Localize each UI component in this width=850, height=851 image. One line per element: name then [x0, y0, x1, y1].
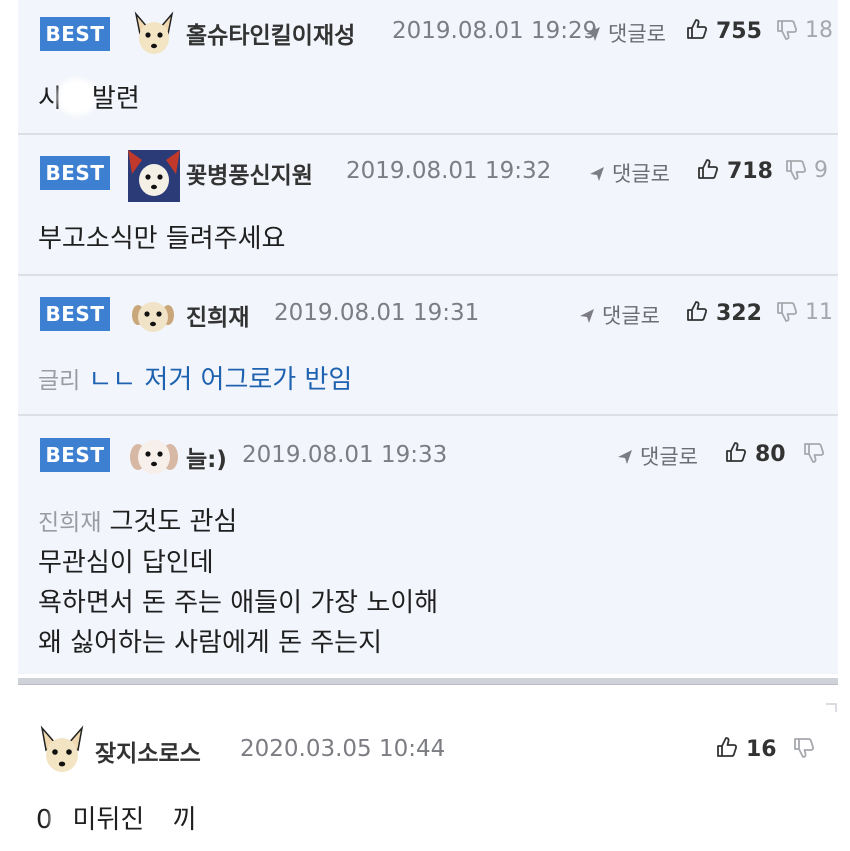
mention-tag[interactable]: 글리 — [38, 368, 80, 394]
nickname[interactable]: 늘:) — [186, 440, 227, 474]
best-badge: BEST — [40, 297, 110, 331]
comment-text: 0 미뒤진 끼 — [36, 800, 197, 840]
comment-5: 잦지소로스 2020.03.05 10:44 16 0 미뒤진 끼 — [18, 712, 838, 851]
left-gutter — [0, 0, 18, 851]
reply-arrow-icon — [590, 167, 604, 181]
thumbs-down-icon — [777, 302, 798, 322]
nickname[interactable]: 잦지소로스 — [95, 734, 201, 768]
dog-avatar-icon[interactable] — [128, 150, 180, 202]
like-button[interactable]: 322 — [685, 299, 762, 326]
reply-text: ㄴㄴ 저거 어그로가 반임 — [88, 365, 353, 395]
dislike-button[interactable]: 9 — [784, 158, 828, 183]
best-comment-1: BEST 홀슈타인킬이재성 2019.08.01 19:29 댓글로 755 1… — [18, 0, 838, 133]
censor-blur — [54, 804, 71, 832]
puppy-avatar-icon[interactable] — [130, 293, 176, 339]
thumbs-down-icon — [804, 443, 825, 463]
comment-text: 진희재 그것도 관심 무관심이 답인데 욕하면서 돈 주는 애들이 가장 노이해 … — [38, 502, 438, 663]
best-badge: BEST — [40, 17, 110, 51]
text-part: 시 — [38, 84, 62, 114]
nickname[interactable]: 꽃병풍신지원 — [186, 156, 313, 190]
timestamp: 2020.03.05 10:44 — [240, 736, 446, 762]
maltese-avatar-icon[interactable] — [128, 431, 180, 483]
timestamp: 2019.08.01 19:31 — [274, 300, 480, 326]
reply-button[interactable]: 댓글로 — [578, 300, 660, 330]
reply-label: 댓글로 — [612, 162, 670, 186]
comment-text: 글리 ㄴㄴ 저거 어그로가 반임 — [38, 360, 352, 401]
best-comment-2: BEST 꽃병풍신지원 2019.08.01 19:32 댓글로 718 9 부… — [18, 135, 838, 274]
thumbs-up-icon — [687, 301, 708, 321]
section-divider — [18, 678, 838, 685]
dislike-button[interactable]: 18 — [775, 18, 833, 43]
comment-text: 시 발련 — [38, 79, 140, 119]
nickname[interactable]: 진희재 — [186, 298, 249, 332]
like-button[interactable]: 755 — [685, 17, 762, 44]
dislike-button[interactable] — [802, 441, 832, 466]
reply-label: 댓글로 — [608, 22, 666, 46]
thumbs-up-icon — [687, 19, 708, 39]
comment-line: 진희재 그것도 관심 — [38, 502, 438, 543]
text-part: 발련 — [91, 84, 140, 114]
thumbs-down-icon — [777, 20, 798, 40]
dislike-button[interactable] — [792, 736, 822, 761]
thumbs-down-icon — [786, 160, 807, 180]
text-part: 0 — [36, 805, 53, 835]
thumbs-down-icon — [794, 738, 815, 758]
censor-blur — [154, 804, 171, 832]
dislike-button[interactable]: 11 — [775, 300, 833, 325]
nickname[interactable]: 홀슈타인킬이재성 — [186, 16, 355, 50]
comment-line: 왜 싫어하는 사람에게 돈 주는지 — [38, 628, 383, 658]
right-gutter — [838, 0, 850, 851]
like-button[interactable]: 16 — [715, 735, 777, 762]
best-badge: BEST — [40, 438, 110, 472]
reply-label: 댓글로 — [640, 445, 698, 469]
dislike-count: 9 — [814, 158, 828, 183]
like-count: 755 — [716, 19, 762, 44]
reply-arrow-icon — [580, 309, 594, 323]
text-part: 끼 — [172, 805, 197, 835]
like-count: 718 — [727, 159, 773, 184]
dislike-count: 18 — [805, 18, 833, 43]
timestamp: 2019.08.01 19:32 — [346, 158, 552, 184]
best-comment-3: BEST 진희재 2019.08.01 19:31 댓글로 322 11 글리 ㄴ… — [18, 276, 838, 414]
reply-arrow-icon — [618, 450, 632, 464]
censor-blur — [61, 83, 92, 111]
reply-label: 댓글로 — [602, 304, 660, 328]
dislike-count: 11 — [805, 300, 833, 325]
comment-line: 욕하면서 돈 주는 애들이 가장 노이해 — [38, 588, 439, 618]
reply-button[interactable]: 댓글로 — [584, 18, 666, 48]
best-badge: BEST — [40, 156, 110, 190]
reply-button[interactable]: 댓글로 — [588, 158, 670, 188]
thumbs-up-icon — [698, 159, 719, 179]
like-button[interactable]: 80 — [724, 440, 786, 467]
mention-tag[interactable]: 진희재 — [38, 510, 101, 536]
like-count: 80 — [755, 442, 786, 467]
comment-list: BEST 홀슈타인킬이재성 2019.08.01 19:29 댓글로 755 1… — [0, 0, 850, 851]
text-part: 미뒤진 — [72, 805, 153, 835]
comment-text: 부고소식만 들려주세요 — [38, 224, 286, 254]
like-count: 16 — [746, 737, 777, 762]
timestamp: 2019.08.01 19:33 — [242, 442, 448, 468]
like-button[interactable]: 718 — [696, 157, 773, 184]
chihuahua-avatar-icon[interactable] — [130, 10, 178, 58]
line-text: 그것도 관심 — [109, 507, 238, 537]
timestamp: 2019.08.01 19:29 — [392, 18, 598, 44]
like-count: 322 — [716, 301, 762, 326]
best-comment-4: BEST 늘:) 2019.08.01 19:33 댓글로 80 진희재 그것도 … — [18, 416, 838, 674]
thumbs-up-icon — [726, 442, 747, 462]
reply-arrow-icon — [586, 27, 600, 41]
comment-line: 무관심이 답인데 — [38, 548, 214, 578]
thumbs-up-icon — [717, 737, 738, 757]
chihuahua-avatar-icon[interactable] — [36, 724, 88, 776]
reply-button[interactable]: 댓글로 — [616, 441, 698, 471]
